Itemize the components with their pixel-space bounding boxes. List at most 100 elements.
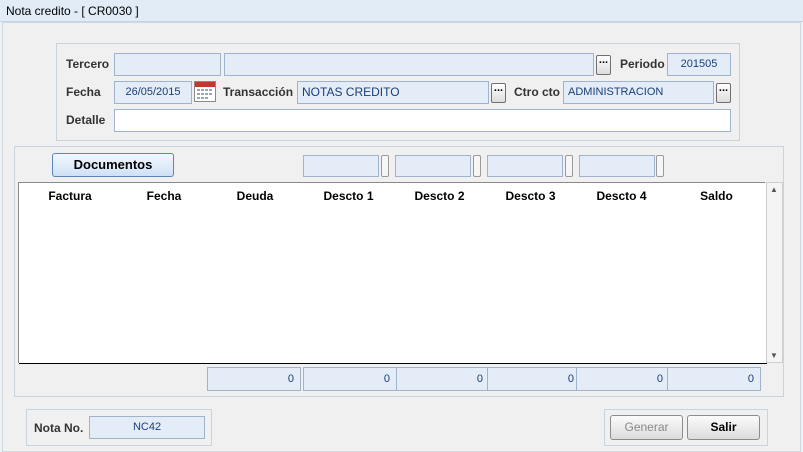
tercero-name-field[interactable] bbox=[224, 53, 594, 76]
column-header[interactable]: Descto 4 bbox=[576, 183, 668, 210]
table-cell[interactable] bbox=[121, 253, 208, 276]
column-header[interactable]: Deuda bbox=[207, 183, 304, 210]
ctrocto-lookup-button[interactable]: ... bbox=[716, 83, 731, 103]
detalle-field[interactable] bbox=[114, 109, 731, 132]
filter-toggle-3[interactable] bbox=[565, 155, 573, 177]
transaccion-lookup-button[interactable]: ... bbox=[491, 83, 506, 103]
table-cell[interactable] bbox=[19, 341, 122, 364]
table-cell[interactable] bbox=[485, 209, 577, 232]
table-cell[interactable] bbox=[207, 253, 304, 276]
table-cell[interactable] bbox=[576, 341, 668, 364]
table-cell[interactable] bbox=[667, 319, 767, 342]
ctrocto-label: Ctro cto bbox=[514, 85, 560, 99]
scroll-down-icon[interactable]: ▼ bbox=[770, 351, 778, 360]
table-row[interactable] bbox=[19, 297, 767, 320]
documentos-button[interactable]: Documentos bbox=[52, 153, 174, 177]
table-cell[interactable] bbox=[394, 253, 486, 276]
table-cell[interactable] bbox=[303, 341, 395, 364]
table-cell[interactable] bbox=[667, 275, 767, 298]
scroll-up-icon[interactable]: ▲ bbox=[770, 185, 778, 194]
table-cell[interactable] bbox=[667, 209, 767, 232]
table-cell[interactable] bbox=[121, 341, 208, 364]
table-cell[interactable] bbox=[19, 319, 122, 342]
table-cell[interactable] bbox=[303, 319, 395, 342]
table-cell[interactable] bbox=[394, 231, 486, 254]
table-cell[interactable] bbox=[576, 209, 668, 232]
table-cell[interactable] bbox=[576, 297, 668, 320]
table-cell[interactable] bbox=[576, 319, 668, 342]
fecha-field[interactable]: 26/05/2015 bbox=[114, 81, 192, 104]
table-cell[interactable] bbox=[303, 209, 395, 232]
table-cell[interactable] bbox=[576, 231, 668, 254]
table-cell[interactable] bbox=[303, 297, 395, 320]
filter-box-2[interactable] bbox=[395, 155, 471, 177]
table-cell[interactable] bbox=[19, 231, 122, 254]
tercero-code-field[interactable] bbox=[114, 53, 221, 76]
salir-button[interactable]: Salir bbox=[687, 415, 760, 440]
table-cell[interactable] bbox=[485, 275, 577, 298]
table-cell[interactable] bbox=[394, 341, 486, 364]
column-header[interactable]: Descto 2 bbox=[394, 183, 486, 210]
table-row[interactable] bbox=[19, 341, 767, 364]
column-header[interactable]: Saldo bbox=[667, 183, 767, 210]
periodo-field[interactable]: 201505 bbox=[667, 53, 731, 76]
table-cell[interactable] bbox=[303, 253, 395, 276]
column-header[interactable]: Fecha bbox=[121, 183, 208, 210]
table-cell[interactable] bbox=[121, 209, 208, 232]
table-cell[interactable] bbox=[207, 319, 304, 342]
calendar-icon[interactable] bbox=[194, 81, 216, 102]
detalle-label: Detalle bbox=[66, 113, 106, 127]
documents-grid[interactable]: Factura Fecha Deuda Descto 1 Descto 2 Descto … bbox=[18, 182, 767, 364]
table-cell[interactable] bbox=[667, 341, 767, 364]
table-cell[interactable] bbox=[19, 253, 122, 276]
transaccion-field[interactable]: NOTAS CREDITO bbox=[297, 81, 489, 104]
generar-button[interactable]: Generar bbox=[610, 415, 683, 440]
column-header[interactable]: Factura bbox=[19, 183, 122, 210]
table-cell[interactable] bbox=[485, 341, 577, 364]
table-cell[interactable] bbox=[667, 297, 767, 320]
table-cell[interactable] bbox=[303, 231, 395, 254]
table-cell[interactable] bbox=[303, 275, 395, 298]
filter-box-3[interactable] bbox=[487, 155, 563, 177]
table-row[interactable] bbox=[19, 319, 767, 342]
filter-box-1[interactable] bbox=[303, 155, 379, 177]
table-cell[interactable] bbox=[207, 297, 304, 320]
table-cell[interactable] bbox=[485, 297, 577, 320]
table-cell[interactable] bbox=[485, 231, 577, 254]
table-cell[interactable] bbox=[207, 275, 304, 298]
table-cell[interactable] bbox=[121, 231, 208, 254]
table-cell[interactable] bbox=[394, 209, 486, 232]
table-row[interactable] bbox=[19, 231, 767, 254]
table-cell[interactable] bbox=[121, 275, 208, 298]
table-cell[interactable] bbox=[576, 275, 668, 298]
table-cell[interactable] bbox=[19, 297, 122, 320]
column-header[interactable]: Descto 3 bbox=[485, 183, 577, 210]
table-cell[interactable] bbox=[121, 297, 208, 320]
grid-scrollbar[interactable]: ▲ ▼ bbox=[766, 182, 783, 363]
table-cell[interactable] bbox=[19, 209, 122, 232]
table-cell[interactable] bbox=[485, 253, 577, 276]
filter-box-4[interactable] bbox=[579, 155, 655, 177]
table-cell[interactable] bbox=[207, 341, 304, 364]
table-cell[interactable] bbox=[667, 253, 767, 276]
table-cell[interactable] bbox=[576, 253, 668, 276]
table-cell[interactable] bbox=[394, 297, 486, 320]
table-row[interactable] bbox=[19, 253, 767, 276]
table-cell[interactable] bbox=[485, 319, 577, 342]
table-cell[interactable] bbox=[19, 275, 122, 298]
table-row[interactable] bbox=[19, 275, 767, 298]
table-cell[interactable] bbox=[207, 231, 304, 254]
table-row[interactable] bbox=[19, 209, 767, 232]
table-cell[interactable] bbox=[121, 319, 208, 342]
tercero-lookup-button[interactable]: ... bbox=[596, 55, 611, 75]
table-cell[interactable] bbox=[667, 231, 767, 254]
nota-field[interactable]: NC42 bbox=[89, 416, 205, 439]
ctrocto-field[interactable]: ADMINISTRACION bbox=[563, 81, 714, 104]
filter-toggle-2[interactable] bbox=[473, 155, 481, 177]
filter-toggle-4[interactable] bbox=[656, 155, 664, 177]
table-cell[interactable] bbox=[207, 209, 304, 232]
column-header[interactable]: Descto 1 bbox=[303, 183, 395, 210]
table-cell[interactable] bbox=[394, 319, 486, 342]
table-cell[interactable] bbox=[394, 275, 486, 298]
filter-toggle-1[interactable] bbox=[381, 155, 389, 177]
